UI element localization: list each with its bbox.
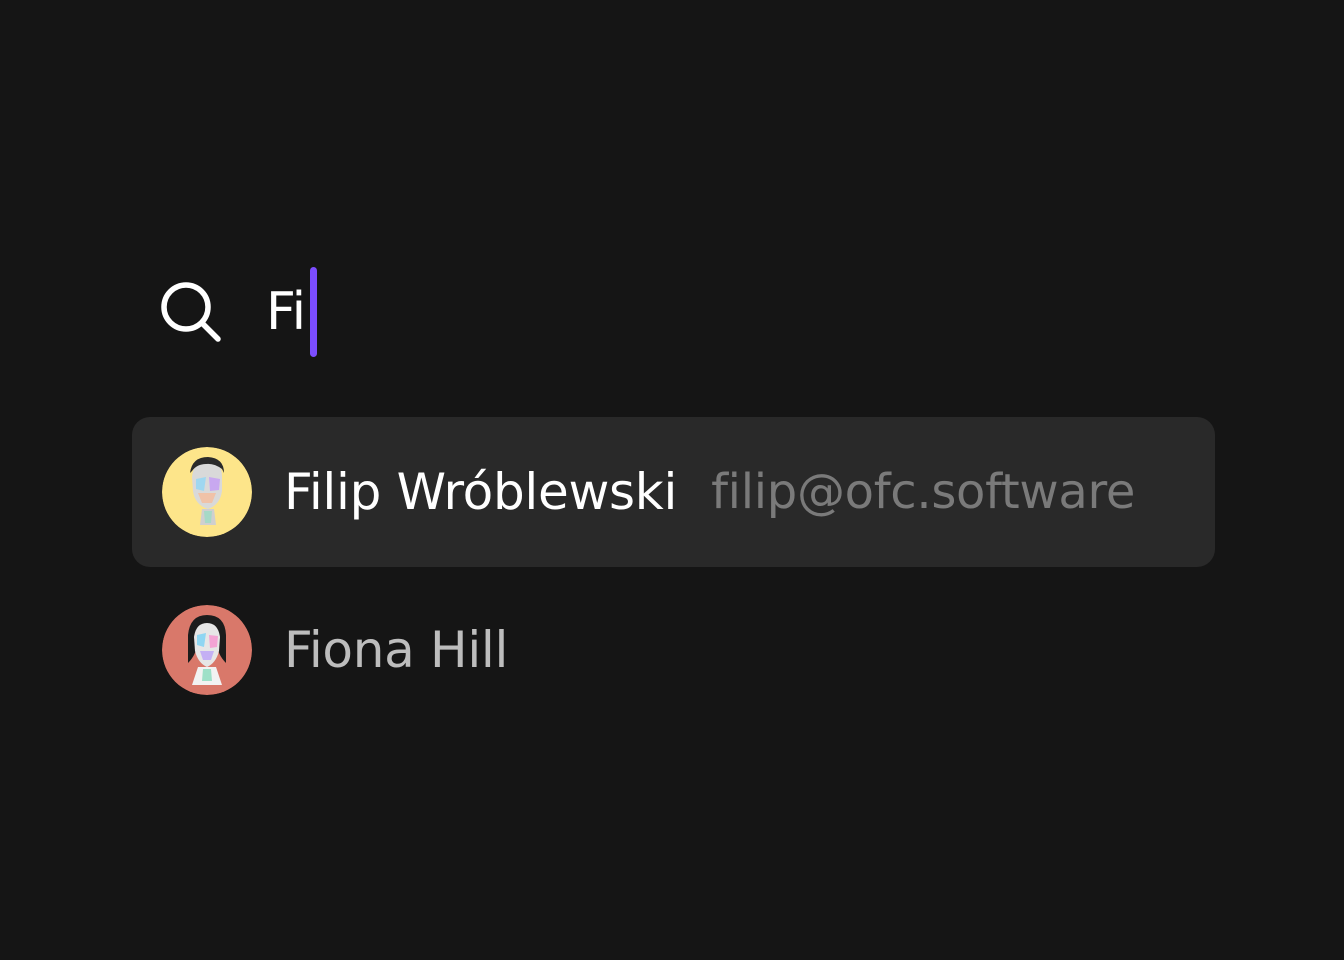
result-item-filip[interactable]: Filip Wróblewski filip@ofc.software [132, 417, 1215, 567]
result-email: filip@ofc.software [711, 464, 1136, 520]
result-item-fiona[interactable]: Fiona Hill [132, 575, 1215, 725]
search-input[interactable]: Fi [266, 266, 317, 358]
results-list: Filip Wróblewski filip@ofc.software Fion… [132, 417, 1215, 725]
avatar [162, 447, 252, 537]
mention-search-panel: Fi Filip Wróblewski filip@ofc.software F… [0, 0, 1344, 960]
search-bar[interactable]: Fi [160, 266, 317, 358]
search-query-text: Fi [266, 282, 306, 342]
result-name: Filip Wróblewski [284, 463, 678, 521]
avatar [162, 605, 252, 695]
text-caret [309, 267, 317, 357]
search-icon [161, 282, 221, 342]
result-name: Fiona Hill [284, 621, 509, 679]
